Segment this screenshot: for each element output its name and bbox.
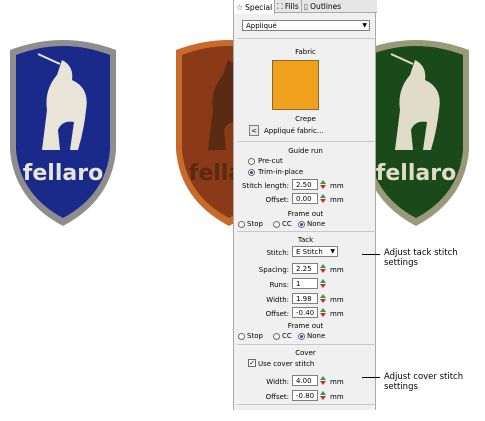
tab-special[interactable]: ☆ Special: [234, 0, 276, 14]
divider: [237, 38, 374, 39]
tack-width-spinner[interactable]: [319, 293, 327, 304]
tack-frame-out-stop-radio[interactable]: [238, 333, 245, 340]
frame-out-none-label: None: [307, 220, 326, 228]
cover-width-label: Width:: [266, 378, 289, 386]
guide-run-heading: Guide run: [288, 147, 323, 155]
pre-cut-radio[interactable]: [248, 158, 255, 165]
pre-cut-label: Pre-cut: [258, 157, 283, 165]
frame-out-heading: Frame out: [287, 322, 324, 330]
applique-fabric-button[interactable]: Appliqué fabric...: [264, 127, 324, 135]
stitch-type-select[interactable]: Appliqué ▼: [242, 20, 370, 31]
unit-label: mm: [330, 296, 344, 304]
star-icon: ☆: [236, 2, 244, 12]
fabric-swatch[interactable]: [272, 60, 319, 110]
unit-label: mm: [330, 393, 344, 401]
cover-width-spinner[interactable]: [319, 375, 327, 386]
frame-out-cc-radio[interactable]: [273, 221, 280, 228]
frame-out-cc-label: CC: [282, 220, 292, 228]
tack-frame-out-stop-label: Stop: [247, 332, 263, 340]
fabric-name: Crepe: [295, 115, 316, 123]
tab-label: Fills: [284, 2, 299, 11]
outlines-icon: ▯: [303, 2, 309, 11]
fabric-heading: Fabric: [295, 48, 316, 56]
tack-runs-spinner[interactable]: [319, 278, 327, 289]
use-cover-stitch-label: Use cover stitch: [258, 360, 315, 368]
cover-pointer-line: [362, 377, 380, 378]
tack-spacing-field[interactable]: 2.25: [292, 263, 318, 274]
badge-brand-text: fellaro: [23, 161, 103, 186]
stitch-length-field[interactable]: 2.50: [292, 179, 318, 190]
tack-offset-spinner[interactable]: [319, 307, 327, 318]
stitch-type-value: Appliqué: [246, 21, 277, 30]
tack-frame-out-none-label: None: [307, 332, 326, 340]
unit-label: mm: [330, 196, 344, 204]
frame-out-stop-radio[interactable]: [238, 221, 245, 228]
unit-label: mm: [330, 266, 344, 274]
tack-spacing-label: Spacing:: [258, 266, 289, 274]
cover-annotation: Adjust cover stitch settings: [384, 372, 464, 392]
chevron-down-icon: ▼: [330, 248, 335, 255]
guide-offset-label: Offset:: [265, 196, 289, 204]
divider: [237, 344, 374, 345]
tack-runs-label: Runs:: [269, 281, 289, 289]
tack-offset-label: Offset:: [265, 310, 289, 318]
frame-out-heading: Frame out: [287, 210, 324, 218]
cover-heading: Cover: [295, 349, 316, 357]
unit-label: mm: [330, 182, 344, 190]
tack-spacing-spinner[interactable]: [319, 263, 327, 274]
tab-label: Special: [245, 2, 273, 12]
cover-offset-spinner[interactable]: [319, 390, 327, 401]
stitch-length-spinner[interactable]: [319, 179, 327, 190]
tab-label: Outlines: [310, 2, 342, 11]
trim-in-place-label: Trim-in-place: [258, 168, 304, 176]
badge-brand-text: fellaro: [376, 161, 456, 186]
tab-outlines[interactable]: ▯ Outlines: [302, 0, 343, 13]
cover-width-field[interactable]: 4.00: [292, 375, 318, 386]
guide-offset-field[interactable]: 0.00: [292, 193, 318, 204]
use-cover-stitch-checkbox[interactable]: ✓: [248, 359, 256, 367]
frame-out-none-radio[interactable]: [298, 221, 305, 228]
tack-stitch-select[interactable]: E Stitch ▼: [292, 246, 338, 257]
frame-out-stop-label: Stop: [247, 220, 263, 228]
tab-fills[interactable]: ⛶ Fills: [275, 0, 302, 13]
divider: [237, 231, 374, 232]
tack-runs-field[interactable]: 1: [292, 278, 318, 289]
cover-offset-label: Offset:: [265, 393, 289, 401]
tack-offset-field[interactable]: -0.40: [292, 307, 318, 318]
fabric-back-button[interactable]: <: [249, 125, 259, 136]
tack-frame-out-cc-radio[interactable]: [273, 333, 280, 340]
badge-blue: fellaro: [2, 30, 124, 230]
tack-width-field[interactable]: 1.98: [292, 293, 318, 304]
divider: [237, 404, 374, 405]
tack-annotation: Adjust tack stitch settings: [384, 248, 458, 268]
chevron-down-icon: ▼: [362, 22, 367, 29]
divider: [237, 141, 374, 142]
trim-in-place-radio[interactable]: [248, 169, 255, 176]
tab-bar: ☆ Special ⛶ Fills ▯ Outlines: [234, 0, 377, 14]
tack-stitch-label: Stitch:: [266, 249, 289, 257]
fills-icon: ⛶: [277, 1, 283, 11]
unit-label: mm: [330, 378, 344, 386]
tack-frame-out-cc-label: CC: [282, 332, 292, 340]
guide-offset-spinner[interactable]: [319, 193, 327, 204]
stitch-length-label: Stitch length:: [241, 182, 289, 190]
tack-stitch-value: E Stitch: [296, 247, 323, 256]
cover-offset-field[interactable]: -0.80: [292, 390, 318, 401]
tack-pointer-line: [362, 254, 380, 255]
tack-width-label: Width:: [266, 296, 289, 304]
unit-label: mm: [330, 310, 344, 318]
object-properties-panel: ☆ Special ⛶ Fills ▯ Outlines Appliqué ▼ Fab…: [233, 0, 377, 410]
tack-frame-out-none-radio[interactable]: [298, 333, 305, 340]
tack-heading: Tack: [297, 236, 314, 244]
